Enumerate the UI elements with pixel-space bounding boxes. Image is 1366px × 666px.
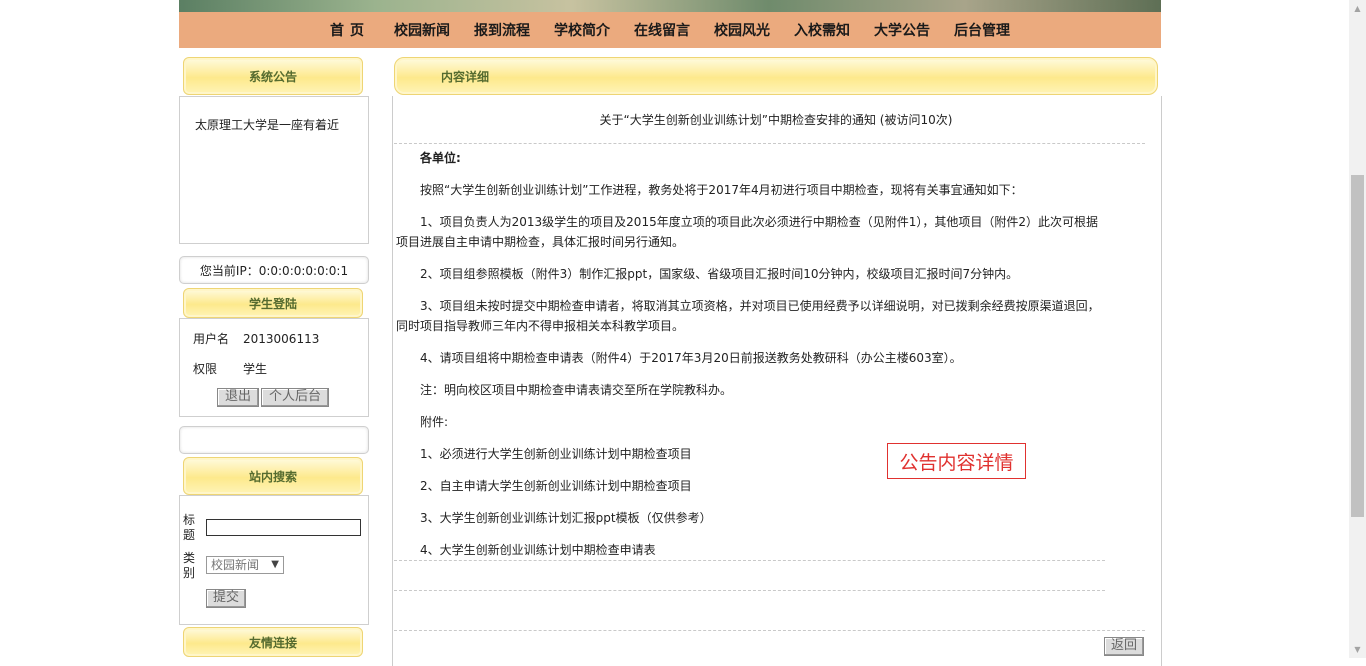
attachment-link[interactable]: 4、大学生创新创业训练计划中期检查申请表 [396, 540, 1108, 560]
scroll-up-icon[interactable]: ▲ [1349, 0, 1366, 17]
search-title-label: 标题 [183, 513, 196, 542]
nav-item-message[interactable]: 在线留言 [634, 20, 690, 40]
article-paragraph: 注：明向校区项目中期检查申请表请交至所在学院教科办。 [420, 383, 733, 397]
attachments-heading: 附件: [420, 415, 449, 429]
content-title-tab: 内容详细 [394, 57, 1158, 95]
divider [394, 630, 1145, 631]
nav-item-announcements[interactable]: 大学公告 [874, 20, 930, 40]
nav-item-admin[interactable]: 后台管理 [954, 20, 1010, 40]
category-select-value: 校园新闻 [211, 558, 260, 572]
search-submit-button[interactable]: 提交 [206, 589, 246, 608]
nav-item-registration[interactable]: 报到流程 [474, 20, 530, 40]
content-title-text: 内容详细 [441, 69, 490, 84]
ip-display: 您当前IP：0:0:0:0:0:0:0:1 [179, 256, 369, 284]
divider [394, 143, 1145, 144]
dropdown-arrow-icon: ▼ [271, 559, 279, 570]
username-label: 用户名 [193, 332, 230, 346]
notice-title: 系统公告 [183, 57, 363, 95]
article-paragraph: 2、项目组参照模板（附件3）制作汇报ppt，国家级、省级项目汇报时间10分钟内，… [420, 267, 1019, 281]
attachment-link[interactable]: 3、大学生创新创业训练计划汇报ppt模板（仅供参考） [396, 508, 1108, 528]
article-title: 关于“大学生创新创业训练计划”中期检查安排的通知 (被访问10次) [599, 113, 953, 127]
page: 首页 校园新闻 报到流程 学校简介 在线留言 校园风光 入校需知 大学公告 后台… [179, 0, 1162, 666]
divider [394, 560, 1105, 561]
scroll-down-icon[interactable]: ▼ [1349, 641, 1366, 658]
article-paragraph: 1、项目负责人为2013级学生的项目及2015年度立项的项目此次必须进行中期检查… [396, 215, 1098, 249]
login-title: 学生登陆 [183, 288, 363, 318]
nav-item-about[interactable]: 学校简介 [554, 20, 610, 40]
vertical-scrollbar[interactable]: ▲ ▼ [1349, 0, 1366, 658]
role-row: 权限 学生 [193, 360, 267, 377]
search-input[interactable] [206, 519, 361, 536]
nav-item-campus-news[interactable]: 校园新闻 [394, 20, 450, 40]
back-button[interactable]: 返回 [1104, 637, 1144, 656]
article-paragraph: 4、请项目组将中期检查申请表（附件4）于2017年3月20日前报送教务处教研科（… [420, 351, 962, 365]
personal-center-button[interactable]: 个人后台 [261, 388, 329, 407]
username-value: 2013006113 [243, 332, 320, 346]
attachment-link[interactable]: 2、自主申请大学生创新创业训练计划中期检查项目 [396, 476, 1108, 496]
article-paragraph: 3、项目组未按时提交中期检查申请者，将取消其立项资格，并对项目已使用经费予以详细… [396, 299, 1100, 333]
main-nav: 首页 校园新闻 报到流程 学校简介 在线留言 校园风光 入校需知 大学公告 后台… [179, 12, 1161, 48]
role-label: 权限 [193, 362, 218, 376]
empty-panel [179, 426, 369, 454]
links-title: 友情连接 [183, 627, 363, 657]
username-row: 用户名 2013006113 [193, 330, 319, 347]
notice-marquee-text: 太原理工大学是一座有着近 [195, 118, 340, 132]
role-value: 学生 [243, 362, 268, 376]
nav-item-admission-info[interactable]: 入校需知 [794, 20, 850, 40]
scrollbar-thumb[interactable] [1351, 175, 1364, 517]
category-select[interactable]: 校园新闻 ▼ [206, 556, 284, 574]
nav-item-scenery[interactable]: 校园风光 [714, 20, 770, 40]
callout-annotation: 公告内容详情 [887, 443, 1026, 479]
header-banner [179, 0, 1161, 12]
divider [394, 590, 1105, 591]
logout-button[interactable]: 退出 [217, 388, 259, 407]
article-greeting: 各单位: [420, 151, 461, 165]
article-paragraph: 按照“大学生创新创业训练计划”工作进程，教务处将于2017年4月初进行项目中期检… [420, 183, 1023, 197]
search-category-label: 类别 [183, 551, 196, 580]
search-title: 站内搜索 [183, 457, 363, 495]
nav-item-home[interactable]: 首页 [330, 20, 370, 40]
